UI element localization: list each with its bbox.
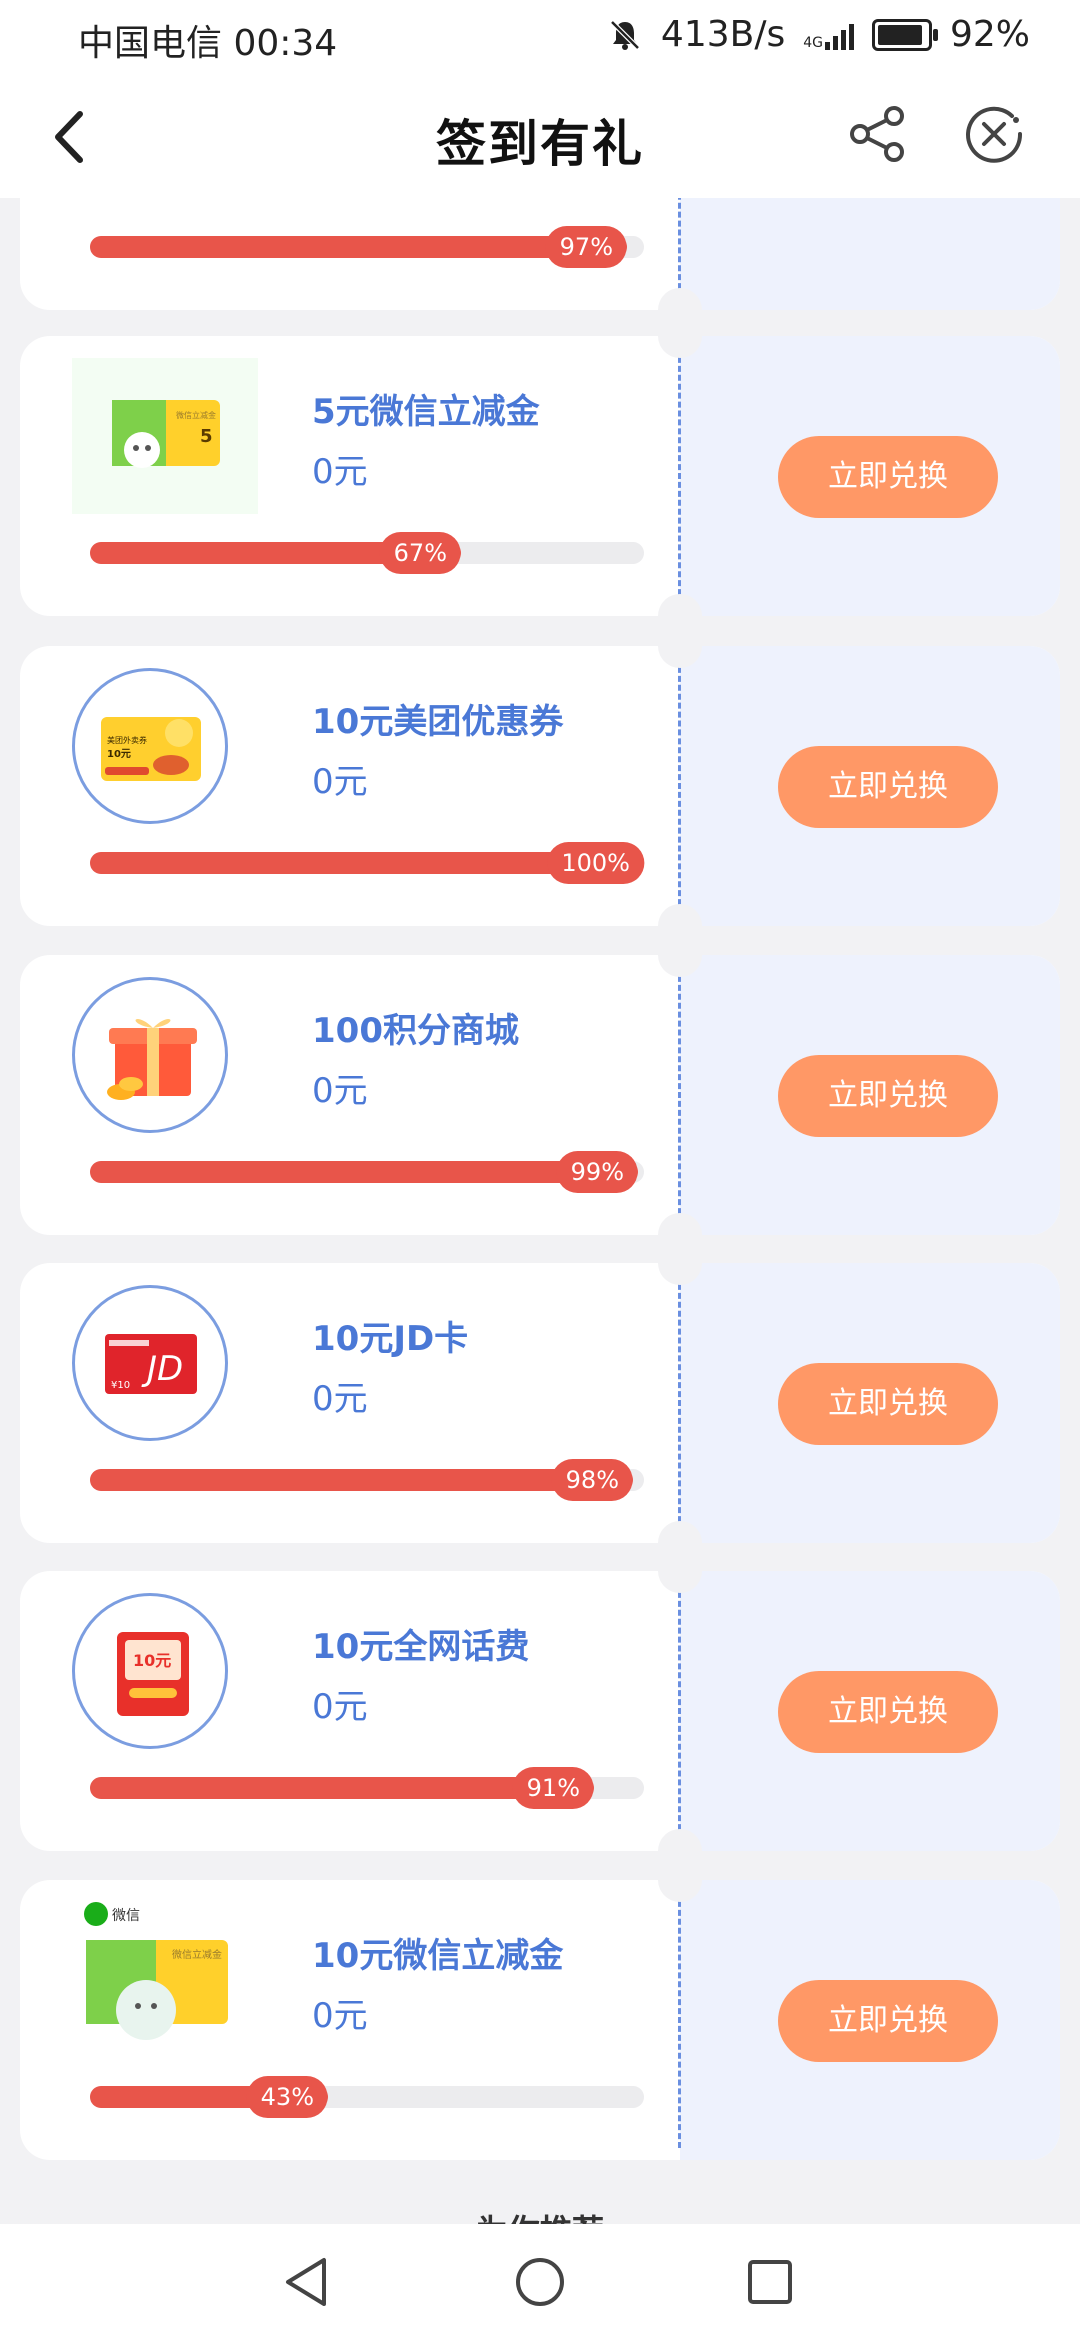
svg-text:10元: 10元 xyxy=(107,748,131,760)
svg-text:5: 5 xyxy=(200,426,213,447)
reward-name: 10元美团优惠券 xyxy=(312,702,564,742)
svg-text:美团外卖券: 美团外卖券 xyxy=(107,735,147,745)
progress-bar: 67% xyxy=(90,532,644,574)
redeem-button[interactable]: 立即兑换 xyxy=(778,1055,998,1137)
reward-card: 微信 微信立减金 10元微信立减金 0元 43% 立即兑换 xyxy=(20,1880,1060,2160)
gift-box-icon xyxy=(72,977,228,1133)
network-speed: 413B/s xyxy=(660,14,786,55)
battery-icon xyxy=(871,18,938,51)
redeem-button[interactable]: 立即兑换 xyxy=(778,1980,998,2062)
svg-text:微信立减金: 微信立减金 xyxy=(176,410,216,420)
reward-card: JD ¥10 10元JD卡 0元 98% 立即兑换 xyxy=(20,1263,1060,1543)
progress-bar: 98% xyxy=(90,1459,644,1501)
reward-name: 10元微信立减金 xyxy=(312,1936,564,1976)
signal-icon: 4G xyxy=(803,20,854,50)
progress-bar: 100% xyxy=(90,842,644,884)
reward-name: 5元微信立减金 xyxy=(312,392,540,432)
carrier-time: 中国电信 00:34 xyxy=(78,23,338,64)
svg-text:¥10: ¥10 xyxy=(111,1380,130,1391)
reward-price: 0元 xyxy=(312,1687,368,1727)
phone-credit-icon: 10元 xyxy=(72,1593,228,1749)
progress-bar: 97% xyxy=(90,226,644,268)
meituan-coupon-icon: 美团外卖券 10元 xyxy=(72,668,228,824)
reward-card: 10元 10元全网话费 0元 91% 立即兑换 xyxy=(20,1571,1060,1851)
bell-muted-icon xyxy=(610,19,640,50)
page-title: 签到有礼 xyxy=(436,115,644,173)
jd-card-icon: JD ¥10 xyxy=(72,1285,228,1441)
redeem-button[interactable]: 立即兑换 xyxy=(778,746,998,828)
battery-level: 92% xyxy=(949,14,1030,55)
reward-name: 10元JD卡 xyxy=(312,1319,469,1359)
reward-card: 微信立减金 5 5元微信立减金 0元 67% 立即兑换 xyxy=(20,336,1060,616)
redeem-button[interactable]: 立即兑换 xyxy=(778,436,998,518)
home-circle-icon[interactable] xyxy=(512,2254,568,2310)
reward-price: 0元 xyxy=(312,1071,368,1111)
reward-price: 0元 xyxy=(312,1996,368,2036)
redeem-button[interactable]: 立即兑换 xyxy=(778,1363,998,1445)
reward-price: 0元 xyxy=(312,452,368,492)
progress-bar: 43% xyxy=(90,2076,644,2118)
svg-text:JD: JD xyxy=(141,1349,183,1389)
status-bar: 中国电信 00:34 413B/s 4G 92% xyxy=(0,0,1080,76)
redeem-button[interactable]: 立即兑换 xyxy=(778,1671,998,1753)
wechat-card-5-icon: 微信立减金 5 xyxy=(72,358,258,514)
top-navigation-bar: 签到有礼 xyxy=(0,76,1080,198)
reward-card: 100积分商城 0元 99% 立即兑换 xyxy=(20,955,1060,1235)
reward-price: 0元 xyxy=(312,762,368,802)
recents-square-icon[interactable] xyxy=(742,2254,798,2310)
share-icon[interactable] xyxy=(846,102,910,166)
wechat-card-10-icon: 微信 微信立减金 xyxy=(72,1902,258,2058)
back-triangle-icon[interactable] xyxy=(280,2254,336,2310)
progress-bar: 99% xyxy=(90,1151,644,1193)
reward-price: 0元 xyxy=(312,1379,368,1419)
reward-name: 10元全网话费 xyxy=(312,1627,530,1667)
reward-name: 100积分商城 xyxy=(312,1011,519,1051)
progress-bar: 91% xyxy=(90,1767,644,1809)
svg-text:微信立减金: 微信立减金 xyxy=(172,1948,222,1961)
svg-text:微信: 微信 xyxy=(112,1908,140,1924)
svg-text:10元: 10元 xyxy=(133,1651,171,1670)
system-navigation-bar xyxy=(0,2224,1080,2340)
reward-card: 美团外卖券 10元 10元美团优惠券 0元 100% 立即兑换 xyxy=(20,646,1060,926)
close-miniapp-icon[interactable] xyxy=(962,102,1026,166)
network-type: 4G xyxy=(803,34,823,51)
